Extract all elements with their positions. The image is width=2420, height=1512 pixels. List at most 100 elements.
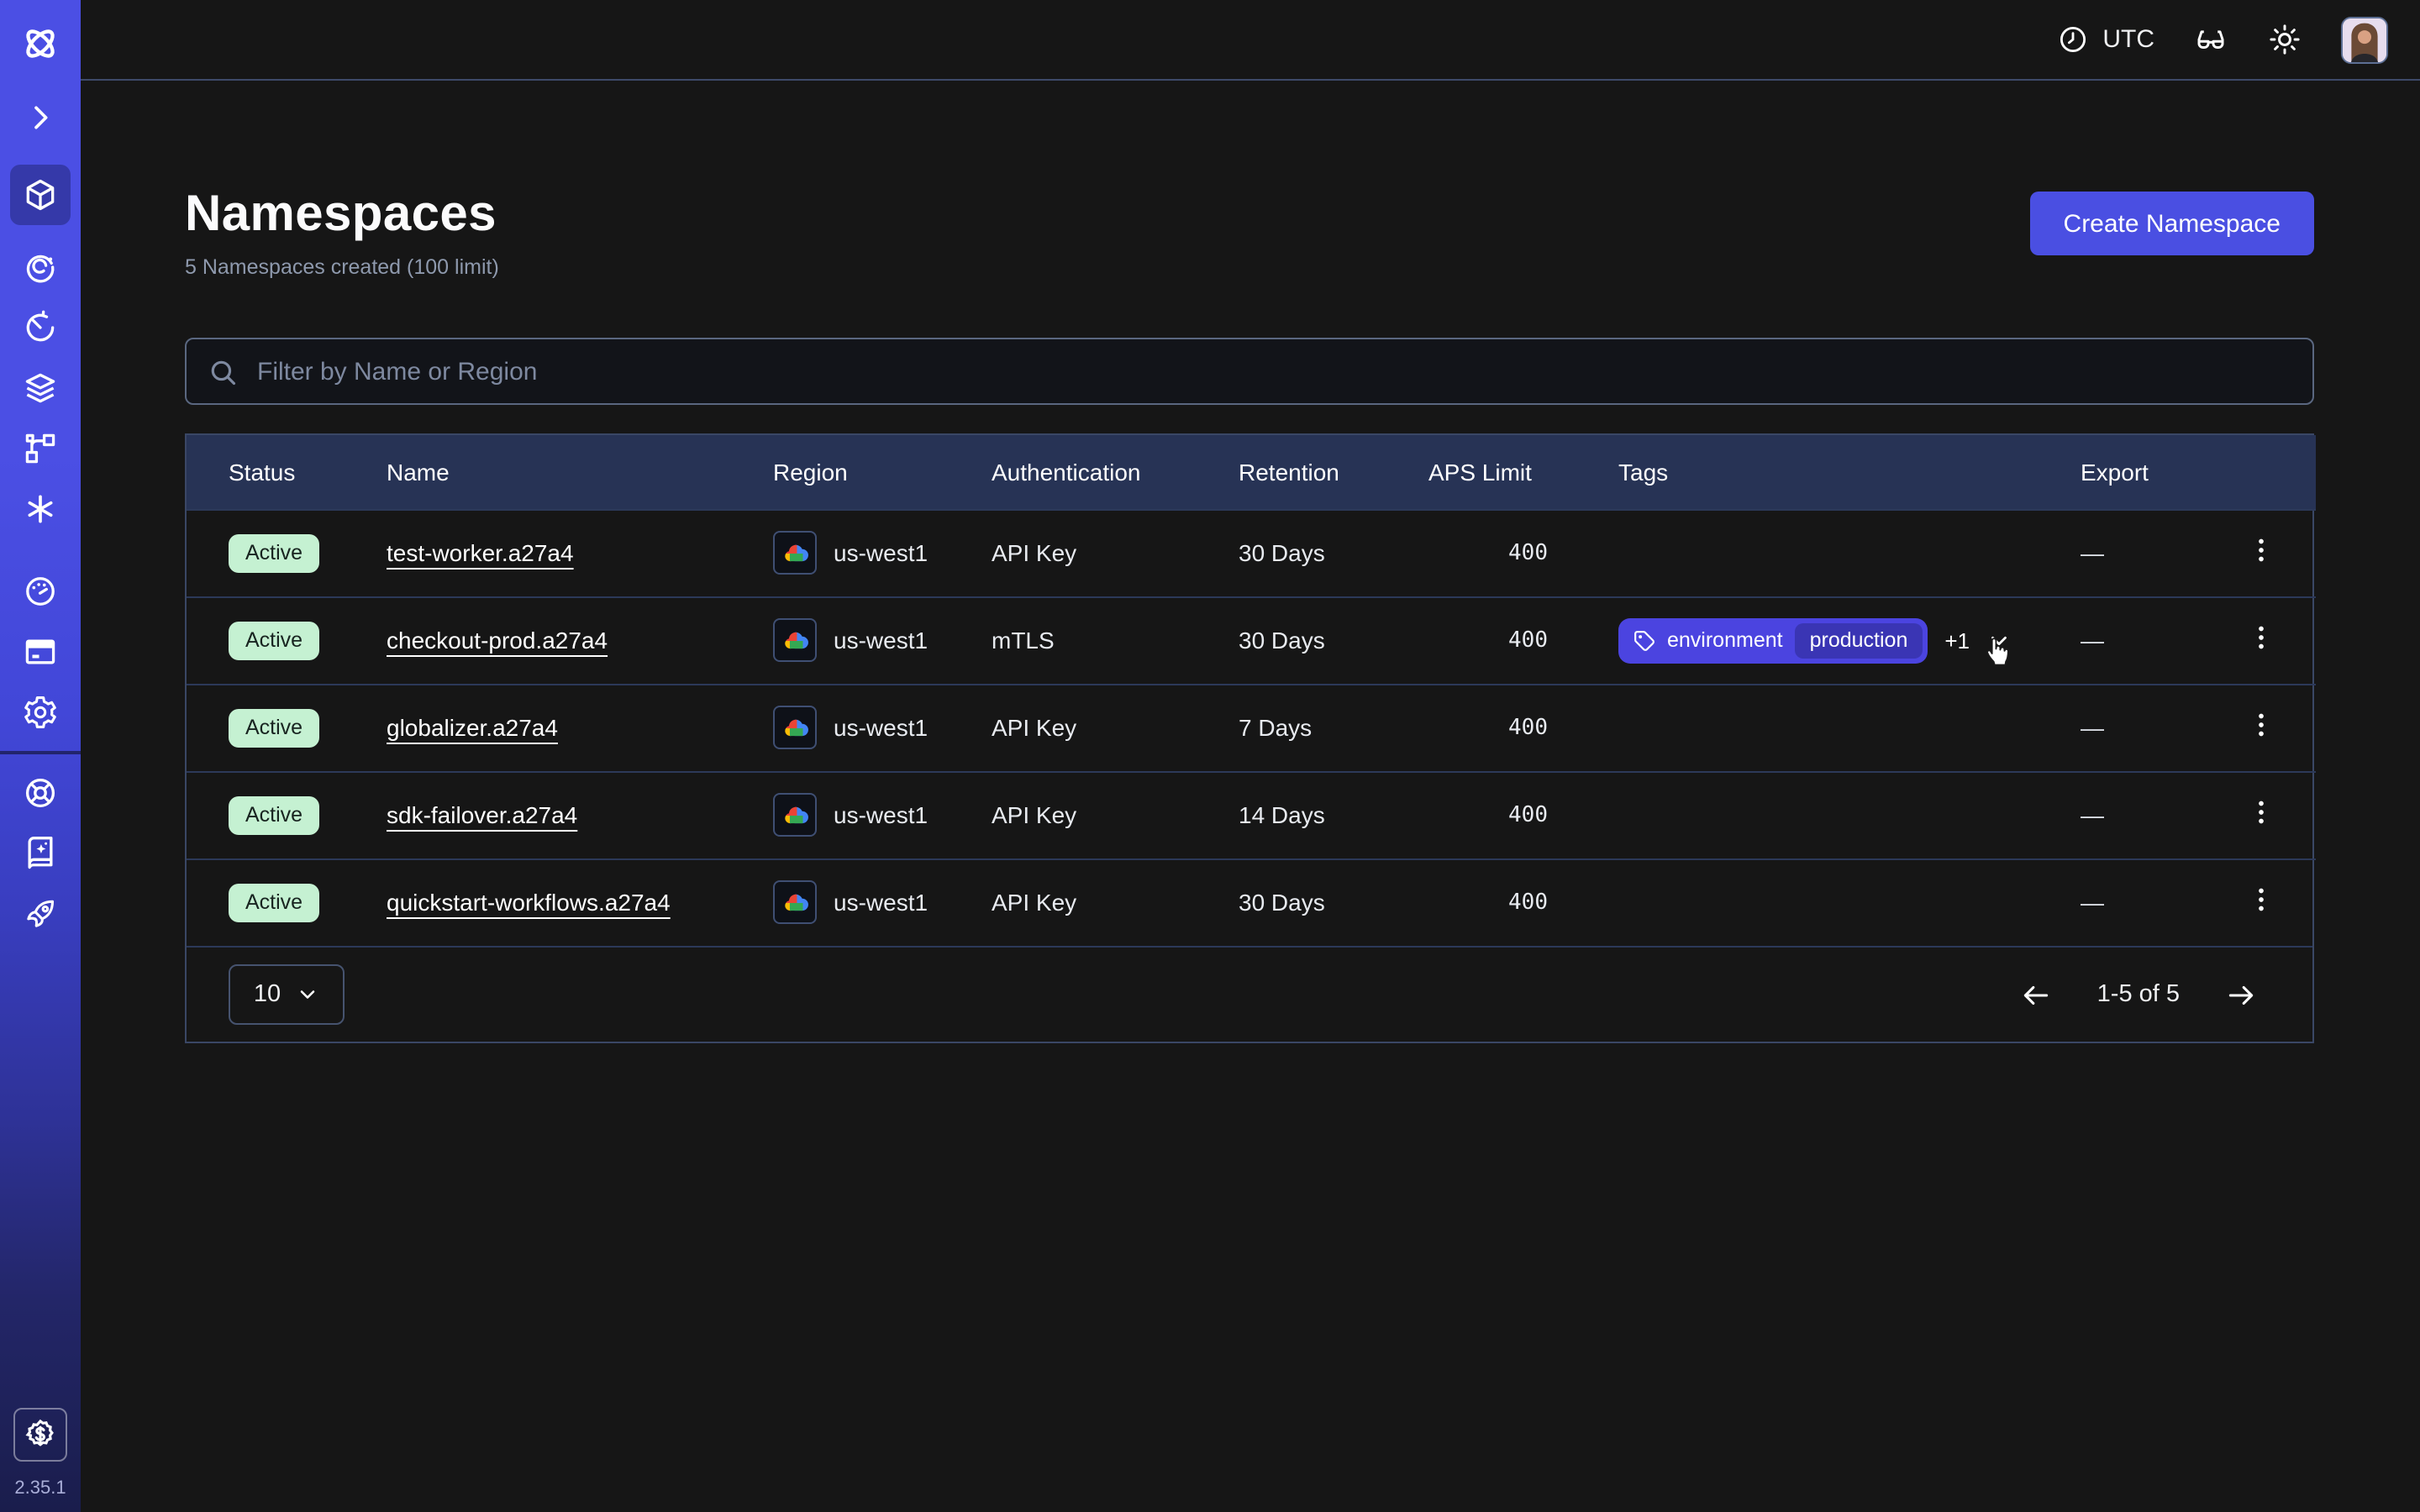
layers-icon [22, 370, 59, 407]
col-authentication: Authentication [992, 435, 1239, 509]
retry-clock-icon [22, 309, 59, 346]
arrow-right-icon [2225, 979, 2257, 1011]
row-menu-button[interactable] [2233, 879, 2288, 927]
credits-button[interactable] [13, 1408, 67, 1462]
row-menu-button[interactable] [2233, 791, 2288, 838]
namespace-link[interactable]: quickstart-workflows.a27a4 [387, 890, 671, 916]
topbar: UTC [81, 0, 2420, 81]
create-namespace-button[interactable]: Create Namespace [2030, 192, 2314, 255]
retention-value: 14 Days [1239, 771, 1428, 858]
temporal-logo-icon [0, 22, 81, 66]
aps-limit-value: 400 [1428, 684, 1618, 771]
sidebar-item-billing[interactable] [0, 633, 81, 670]
labs-toggle-button[interactable] [2193, 22, 2228, 57]
export-value: — [2070, 509, 2205, 596]
page-size-select[interactable]: 10 [229, 964, 345, 1025]
namespace-link[interactable]: checkout-prod.a27a4 [387, 627, 608, 654]
row-menu-button[interactable] [2233, 529, 2288, 576]
sidebar-item-workflows[interactable] [0, 249, 81, 286]
user-avatar[interactable] [2341, 16, 2388, 63]
clock-icon [2057, 24, 2089, 55]
sidebar-item-namespaces[interactable] [10, 165, 71, 225]
col-actions [2205, 435, 2316, 509]
sidebar-item-usage[interactable] [0, 573, 81, 610]
export-value: — [2070, 596, 2205, 684]
export-value: — [2070, 771, 2205, 858]
kebab-icon [2246, 886, 2275, 915]
sidebar-item-getting-started[interactable] [0, 895, 81, 932]
filter-input[interactable] [254, 355, 2292, 387]
sidebar-item-deployments[interactable] [0, 430, 81, 467]
col-status: Status [187, 435, 387, 509]
sidebar-item-support[interactable] [0, 774, 81, 811]
app-version: 2.35.1 [14, 1478, 66, 1499]
chevron-down-icon [1986, 627, 2012, 653]
timezone-selector[interactable]: UTC [2057, 24, 2154, 55]
sun-icon [2267, 22, 2302, 57]
tag-expand-button[interactable] [1986, 627, 2012, 653]
prev-page-button[interactable] [2020, 979, 2052, 1011]
kebab-icon [2246, 711, 2275, 739]
main-content: Namespaces 5 Namespaces created (100 lim… [81, 82, 2420, 1512]
kebab-icon [2246, 623, 2275, 652]
namespace-link[interactable]: sdk-failover.a27a4 [387, 801, 577, 828]
sidebar-item-schedules[interactable] [0, 309, 81, 346]
rocket-icon [22, 895, 59, 932]
row-menu-button[interactable] [2233, 617, 2288, 664]
page-range-label: 1-5 of 5 [2097, 981, 2180, 1008]
table-row: Active sdk-failover.a27a4 us-west1 API K… [187, 771, 2316, 858]
retention-value: 30 Days [1239, 596, 1428, 684]
auth-value: API Key [992, 684, 1239, 771]
status-badge: Active [229, 533, 319, 572]
gcp-icon [773, 881, 817, 925]
table-row: Active checkout-prod.a27a4 us-west1 mTLS… [187, 596, 2316, 684]
table-header-row: Status Name Region Authentication Retent… [187, 435, 2316, 509]
dollar-badge-icon [22, 1416, 59, 1453]
page-size-value: 10 [254, 981, 281, 1008]
status-badge: Active [229, 621, 319, 659]
col-aps-limit: APS Limit [1428, 435, 1618, 509]
sidebar-item-docs[interactable] [0, 835, 81, 872]
billing-card-icon [22, 633, 59, 670]
gcp-icon [773, 531, 817, 575]
theme-toggle-button[interactable] [2267, 22, 2302, 57]
tags-cell [1618, 771, 2070, 858]
tags-cell [1618, 684, 2070, 771]
kebab-icon [2246, 536, 2275, 564]
gcp-icon [773, 618, 817, 662]
col-retention: Retention [1239, 435, 1428, 509]
filter-bar [185, 338, 2314, 405]
sidebar-item-settings[interactable] [0, 694, 81, 731]
aps-limit-value: 400 [1428, 596, 1618, 684]
next-page-button[interactable] [2225, 979, 2257, 1011]
col-name: Name [387, 435, 773, 509]
sidebar-item-batch[interactable] [0, 370, 81, 407]
sidebar-divider [0, 751, 81, 754]
sidebar-expand-button[interactable] [0, 101, 81, 134]
search-icon [207, 355, 239, 387]
asterisk-icon [22, 491, 59, 528]
aps-limit-value: 400 [1428, 858, 1618, 946]
namespaces-table: Status Name Region Authentication Retent… [185, 433, 2314, 1043]
tag-key: environment [1667, 628, 1783, 652]
lifebuoy-icon [22, 774, 59, 811]
namespace-link[interactable]: test-worker.a27a4 [387, 539, 574, 566]
tag-chip[interactable]: environment production [1618, 617, 1928, 663]
namespace-count: 5 Namespaces created (100 limit) [185, 255, 499, 279]
glasses-icon [2193, 22, 2228, 57]
app-root: 2.35.1 UTC [0, 0, 2420, 1512]
concentric-rings-icon [22, 249, 59, 286]
auth-value: API Key [992, 771, 1239, 858]
row-menu-button[interactable] [2233, 704, 2288, 751]
region-label: us-west1 [834, 627, 928, 654]
export-value: — [2070, 858, 2205, 946]
table-row: Active quickstart-workflows.a27a4 us-wes… [187, 858, 2316, 946]
status-badge: Active [229, 708, 319, 747]
table-row: Active test-worker.a27a4 us-west1 API Ke… [187, 509, 2316, 596]
auth-value: mTLS [992, 596, 1239, 684]
tags-cell [1618, 509, 2070, 596]
tag-icon [1634, 629, 1655, 651]
table-row: Active globalizer.a27a4 us-west1 API Key… [187, 684, 2316, 771]
sidebar-item-nexus[interactable] [0, 491, 81, 528]
namespace-link[interactable]: globalizer.a27a4 [387, 714, 558, 741]
